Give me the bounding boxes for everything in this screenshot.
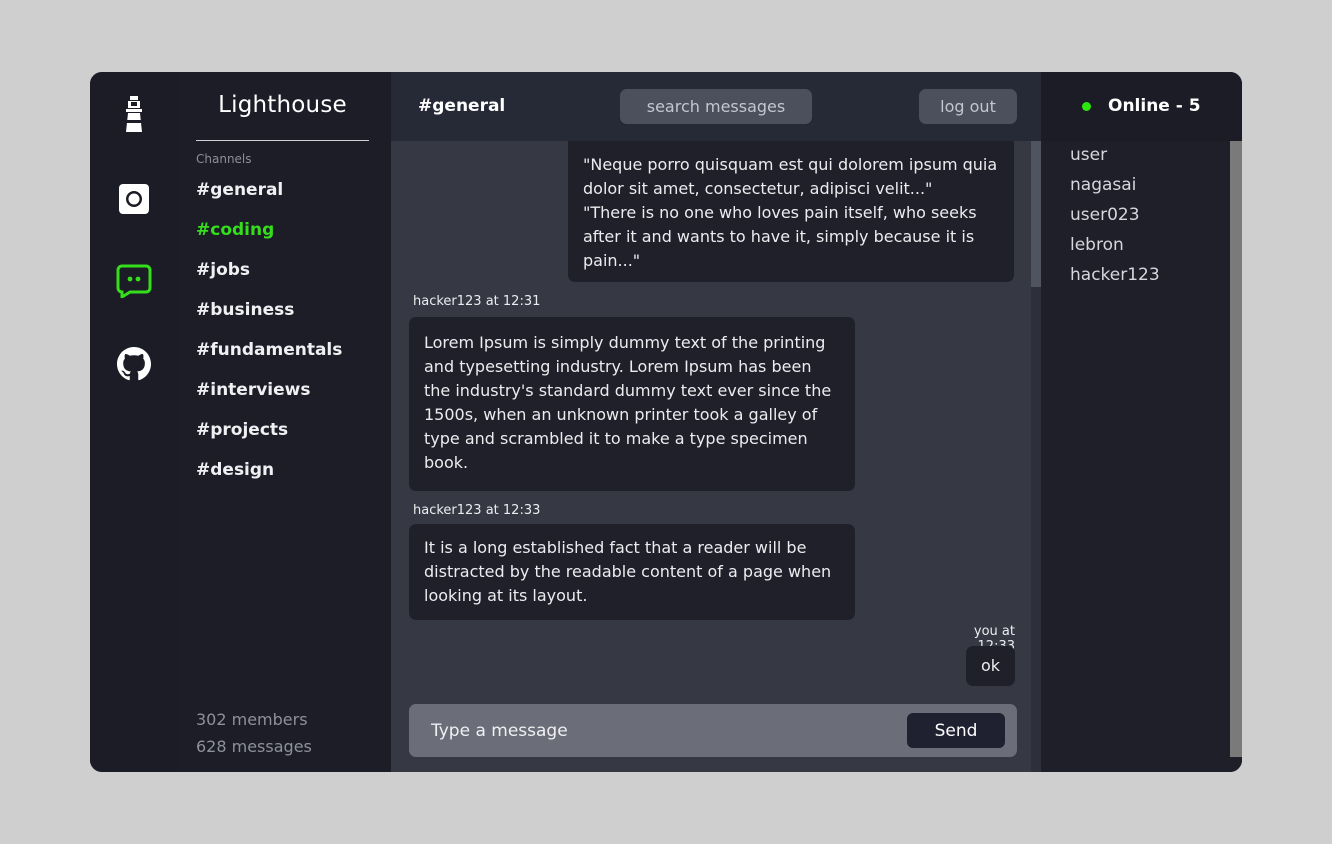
message-input[interactable]: [431, 717, 901, 745]
channel-item-design[interactable]: #design: [196, 458, 342, 498]
message-author-time: hacker123 at 12:33: [413, 503, 541, 518]
members-scrollbar[interactable]: [1230, 141, 1242, 757]
chat-scrollbar-thumb[interactable]: [1031, 141, 1041, 287]
github-icon[interactable]: [114, 344, 154, 384]
message-line: "There is no one who loves pain itself, …: [583, 203, 977, 222]
message-line: "Neque porro quisquam est qui dolorem ip…: [583, 155, 998, 174]
message-line: book.: [424, 453, 469, 472]
server-stats: 302 members 628 messages: [196, 706, 312, 760]
message-bubble: ok: [966, 646, 1015, 686]
message-line: after it and wants to have it, simply be…: [583, 227, 975, 246]
message-list[interactable]: "Neque porro quisquam est qui dolorem ip…: [391, 141, 1031, 701]
message-line: It is a long established fact that a rea…: [424, 538, 807, 557]
message-line: 1500s, when an unknown printer took a ga…: [424, 405, 818, 424]
channel-item-general[interactable]: #general: [196, 178, 342, 218]
member-item[interactable]: nagasai: [1070, 174, 1160, 204]
send-button[interactable]: Send: [907, 713, 1005, 748]
member-item[interactable]: lebron: [1070, 234, 1160, 264]
member-item[interactable]: user023: [1070, 204, 1160, 234]
channel-item-interviews[interactable]: #interviews: [196, 378, 342, 418]
logout-button[interactable]: log out: [919, 89, 1017, 124]
members-header: Online - 5: [1041, 72, 1242, 141]
channel-item-fundamentals[interactable]: #fundamentals: [196, 338, 342, 378]
channel-list: #general #coding #jobs #business #fundam…: [196, 178, 342, 498]
app-window: Lighthouse Channels #general #coding #jo…: [90, 72, 1242, 772]
message-line: the industry's standard dummy text ever …: [424, 381, 832, 400]
message-line: looking at its layout.: [424, 586, 588, 605]
channel-sidebar: Lighthouse Channels #general #coding #jo…: [178, 72, 391, 772]
message-line: and typesetting industry. Lorem Ipsum ha…: [424, 357, 812, 376]
message-line: type and scrambled it to make a type spe…: [424, 429, 808, 448]
online-status-icon: [1082, 102, 1091, 111]
message-line: distracted by the readable content of a …: [424, 562, 832, 581]
online-count: Online - 5: [1108, 96, 1201, 116]
member-item[interactable]: hacker123: [1070, 264, 1160, 294]
message-composer: Send: [409, 704, 1017, 757]
message-author-time: hacker123 at 12:31: [413, 294, 541, 309]
search-messages-button[interactable]: search messages: [620, 89, 812, 124]
divider: [196, 140, 369, 141]
member-list: user nagasai user023 lebron hacker123: [1070, 144, 1160, 294]
chat-header: #general search messages log out: [391, 72, 1041, 141]
channels-section-label: Channels: [196, 152, 252, 166]
message-line: pain...": [583, 251, 641, 270]
message-bubble: Lorem Ipsum is simply dummy text of the …: [409, 317, 855, 491]
messages-count: 628 messages: [196, 737, 312, 756]
message-bubble: It is a long established fact that a rea…: [409, 524, 855, 620]
channel-item-jobs[interactable]: #jobs: [196, 258, 342, 298]
members-count: 302 members: [196, 710, 308, 729]
app-title: Lighthouse: [218, 92, 347, 118]
camera-icon[interactable]: [114, 179, 154, 219]
message-line: Lorem Ipsum is simply dummy text of the …: [424, 333, 826, 352]
chat-panel: #general search messages log out "Neque …: [391, 72, 1041, 772]
icon-rail: [90, 72, 178, 772]
message-line: dolor sit amet, consectetur, adipisci ve…: [583, 179, 933, 198]
message-bubble: "Neque porro quisquam est qui dolorem ip…: [568, 141, 1014, 282]
current-channel-title: #general: [418, 96, 506, 116]
message-line: ok: [980, 656, 1001, 675]
chat-icon[interactable]: [114, 261, 154, 301]
channel-item-coding[interactable]: #coding: [196, 218, 342, 258]
lighthouse-icon[interactable]: [114, 94, 154, 134]
member-item[interactable]: user: [1070, 144, 1160, 174]
members-panel: Online - 5 user nagasai user023 lebron h…: [1041, 72, 1242, 772]
channel-item-business[interactable]: #business: [196, 298, 342, 338]
channel-item-projects[interactable]: #projects: [196, 418, 342, 458]
